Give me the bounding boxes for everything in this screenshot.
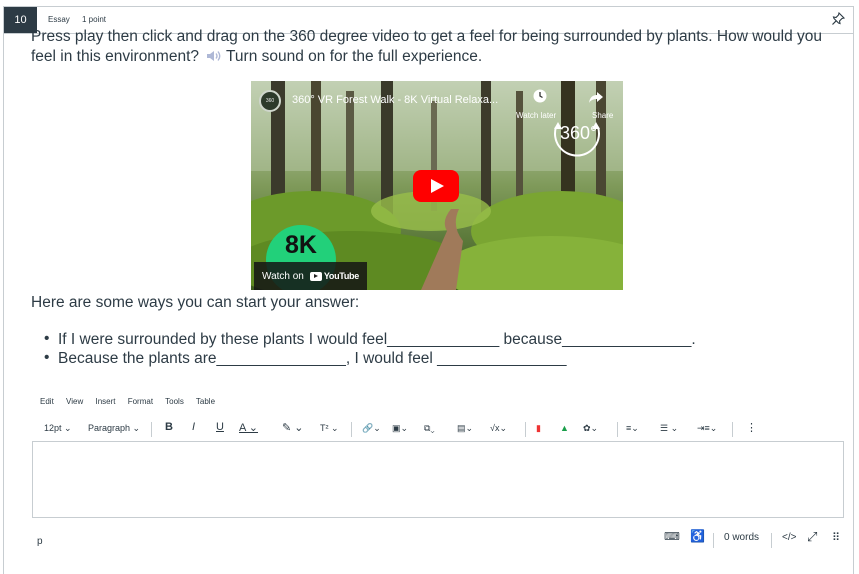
badge-360-icon: 360°	[548, 109, 606, 161]
underline-button[interactable]: U	[216, 421, 224, 433]
badge-360-text: 360°	[560, 123, 598, 143]
clock-icon[interactable]	[533, 89, 547, 103]
image-icon[interactable]: ▣⌄	[392, 423, 408, 434]
superscript-button[interactable]: T² ⌄	[320, 423, 339, 434]
menu-tools[interactable]: Tools	[165, 397, 184, 406]
html-editor-toggle[interactable]: </>	[782, 532, 796, 543]
question-points: 1 point	[82, 15, 107, 24]
office-icon[interactable]: ▮	[536, 423, 541, 434]
keyboard-icon[interactable]: ⌨	[664, 530, 680, 543]
bold-button[interactable]: B	[165, 421, 173, 433]
font-size-select[interactable]: 12pt ⌄	[44, 423, 72, 434]
word-count[interactable]: 0 words	[724, 532, 759, 543]
answer-editor[interactable]	[32, 441, 844, 518]
indent-icon[interactable]: ⇥≡⌄	[697, 423, 717, 434]
menu-view[interactable]: View	[66, 397, 83, 406]
align-icon[interactable]: ≡⌄	[626, 423, 639, 434]
watch-on-label: Watch on	[262, 270, 304, 282]
channel-avatar[interactable]: 360	[259, 90, 281, 112]
apps-icon[interactable]: ✿⌄	[583, 423, 598, 434]
accessibility-icon[interactable]: ♿	[690, 529, 705, 543]
prompt-line-2b: Turn sound on for the full experience.	[226, 48, 483, 65]
speaker-icon	[205, 49, 223, 69]
question-type: Essay	[48, 15, 70, 24]
starters-intro: Here are some ways you can start your an…	[31, 294, 360, 311]
prompt-line-2a: feel in this environment?	[31, 48, 200, 65]
link-icon[interactable]: 🔗⌄	[362, 423, 381, 434]
editor-menubar: Edit View Insert Format Tools Table	[40, 397, 225, 406]
menu-format[interactable]: Format	[128, 397, 153, 406]
question-prompt: Press play then click and drag on the 36…	[31, 27, 831, 69]
bulleted-list-icon[interactable]: ☰ ⌄	[660, 423, 678, 434]
block-format-select[interactable]: Paragraph ⌄	[88, 423, 140, 434]
more-options-icon[interactable]: ⋮	[746, 421, 757, 434]
pin-icon[interactable]	[831, 12, 845, 26]
highlight-icon[interactable]: ✎ ⌄	[282, 421, 304, 434]
equation-icon[interactable]: √x⌄	[490, 423, 507, 434]
watch-on-youtube-button[interactable]: Watch on YouTube	[254, 262, 367, 290]
google-drive-icon[interactable]: ▲	[560, 423, 569, 433]
status-element-path[interactable]: p	[37, 536, 43, 547]
editor-toolbar: 12pt ⌄ Paragraph ⌄ B I U A ⌄ ✎ ⌄ T² ⌄ 🔗⌄…	[32, 419, 812, 441]
italic-button[interactable]: I	[192, 421, 195, 433]
text-color-icon[interactable]: A ⌄	[239, 421, 258, 434]
resize-handle-icon[interactable]: ⠿	[832, 531, 840, 544]
menu-edit[interactable]: Edit	[40, 397, 54, 406]
play-button[interactable]	[413, 170, 459, 202]
youtube-logo-icon: YouTube	[309, 271, 359, 281]
video-title[interactable]: 360° VR Forest Walk - 8K Virtual Relaxa.…	[292, 94, 498, 106]
fullscreen-icon[interactable]: ⤢	[807, 529, 817, 545]
menu-insert[interactable]: Insert	[95, 397, 115, 406]
prompt-line-1: Press play then click and drag on the 36…	[31, 28, 822, 45]
media-icon[interactable]: ⧉⌄	[424, 423, 435, 434]
share-icon[interactable]	[588, 91, 604, 104]
menu-table[interactable]: Table	[196, 397, 215, 406]
document-icon[interactable]: ▤⌄	[457, 423, 473, 434]
embedded-video[interactable]: 360 360° VR Forest Walk - 8K Virtual Rel…	[251, 81, 623, 290]
